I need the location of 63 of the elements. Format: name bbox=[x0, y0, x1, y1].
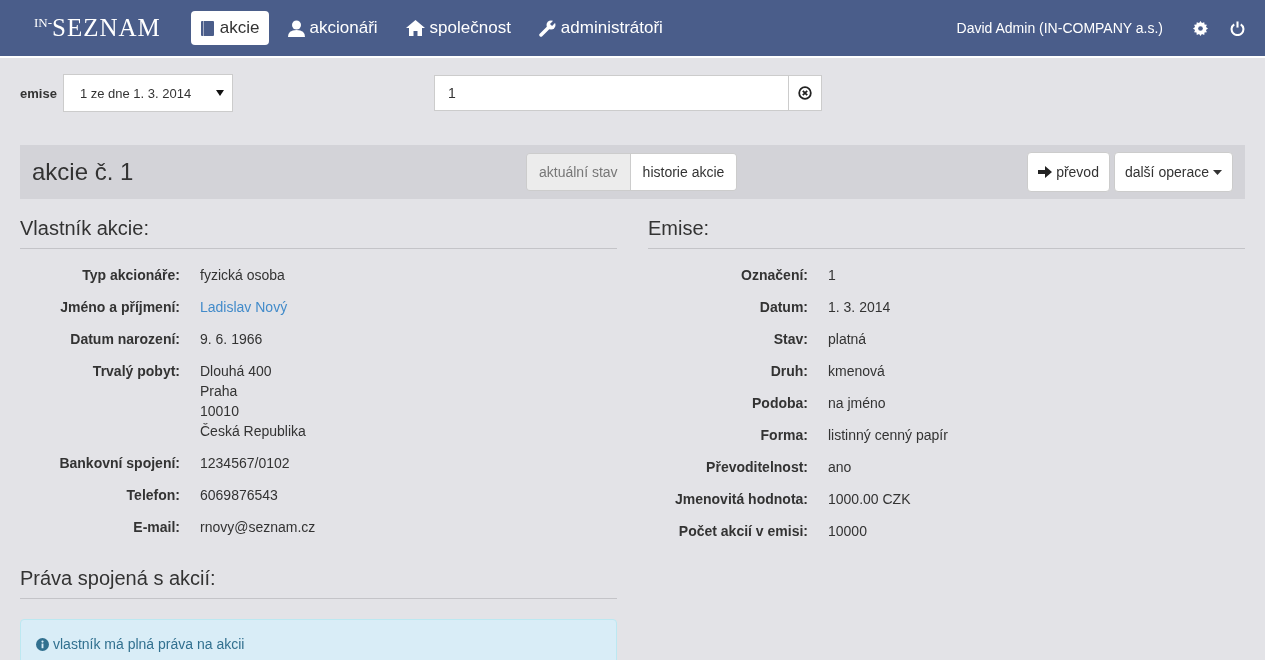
field-label: E-mail: bbox=[132, 518, 180, 537]
field-label: Počet akcií v emisi: bbox=[677, 522, 808, 541]
book-icon bbox=[199, 19, 215, 37]
arrow-right-icon bbox=[1038, 166, 1053, 178]
field-value: 1234567/0102 bbox=[200, 454, 291, 473]
field-value: 10000 bbox=[828, 522, 868, 541]
field-value: 1000.00 CZK bbox=[828, 490, 912, 509]
nav-tab[interactable]: akcionáři bbox=[278, 11, 387, 45]
field-label: Jmenovitá hodnota: bbox=[674, 490, 808, 509]
section-heading: Vlastník akcie: bbox=[20, 199, 617, 249]
settings-icon[interactable] bbox=[1193, 20, 1208, 36]
field-label: Podoba: bbox=[751, 394, 808, 413]
field-value: Česká Republika bbox=[200, 422, 307, 441]
field-value: platná bbox=[828, 330, 868, 349]
field-label: Převoditelnost: bbox=[705, 458, 808, 477]
power-icon[interactable] bbox=[1230, 20, 1245, 36]
field-label: Datum narození: bbox=[69, 330, 180, 349]
field-value: 6069876543 bbox=[200, 486, 279, 505]
field-label: Druh: bbox=[769, 362, 808, 381]
field-value: 10010 bbox=[200, 402, 240, 421]
info-icon bbox=[36, 637, 49, 651]
view-tab[interactable]: aktuální stav bbox=[527, 154, 630, 190]
field-value: ano bbox=[828, 458, 853, 477]
search-field[interactable]: 1 bbox=[433, 75, 789, 111]
field-label: Bankovní spojení: bbox=[58, 454, 180, 473]
field-value: 9. 6. 1966 bbox=[200, 330, 264, 349]
issue-select[interactable]: 1 ze dne 1. 3. 2014 bbox=[62, 74, 233, 112]
transfer-button[interactable]: převod bbox=[1027, 152, 1110, 192]
info-message: vlastník má plná práva na akcii bbox=[53, 636, 245, 652]
field-label: Forma: bbox=[759, 426, 808, 445]
field-value: fyzická osoba bbox=[200, 266, 286, 285]
section-heading: Práva spojená s akcií: bbox=[20, 549, 617, 599]
field-label: Označení: bbox=[740, 266, 808, 285]
user-icon bbox=[287, 19, 305, 37]
page-title: akcie č. 1 bbox=[32, 158, 135, 186]
nav-tab[interactable]: akcie bbox=[190, 11, 269, 45]
clear-button[interactable] bbox=[788, 75, 822, 111]
field-value: 1 bbox=[828, 266, 837, 285]
nav-tab[interactable]: administrátoři bbox=[529, 11, 672, 45]
field-label: Jméno a příjmení: bbox=[59, 298, 180, 317]
field-value: rnovy@seznam.cz bbox=[200, 518, 317, 537]
user-name[interactable]: David Admin (IN-COMPANY a.s.) bbox=[956, 20, 1163, 36]
more-operations-button[interactable]: další operace bbox=[1113, 152, 1233, 192]
field-value: listinný cenný papír bbox=[828, 426, 949, 445]
wrench-icon bbox=[538, 19, 556, 37]
nav-tab[interactable]: společnost bbox=[396, 11, 520, 45]
clear-icon bbox=[797, 86, 812, 100]
section-heading: Emise: bbox=[648, 199, 1245, 249]
field-label: Datum: bbox=[758, 298, 808, 317]
filter-label: emise bbox=[20, 85, 57, 101]
view-tab[interactable]: historie akcie bbox=[629, 154, 737, 190]
field-value: kmenová bbox=[828, 362, 886, 381]
field-value: Praha bbox=[200, 382, 239, 401]
caret-icon bbox=[1213, 169, 1222, 175]
field-value: 1. 3. 2014 bbox=[828, 298, 892, 317]
field-label: Telefon: bbox=[125, 486, 180, 505]
field-label: Trvalý pobyt: bbox=[91, 362, 180, 381]
field-value: Dlouhá 400 bbox=[200, 362, 273, 381]
field-label: Stav: bbox=[772, 330, 808, 349]
field-label: Typ akcionáře: bbox=[81, 266, 180, 285]
home-icon bbox=[405, 20, 425, 36]
field-value: na jméno bbox=[828, 394, 887, 413]
caret-icon bbox=[215, 90, 224, 96]
